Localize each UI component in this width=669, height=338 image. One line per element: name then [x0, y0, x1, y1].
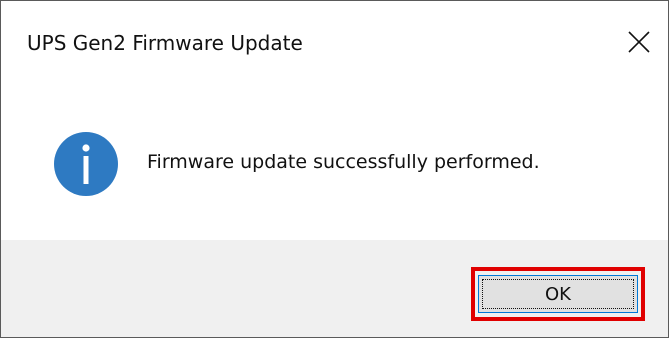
- close-icon: [628, 31, 650, 53]
- info-icon: [54, 132, 118, 196]
- dialog-message: Firmware update successfully performed.: [147, 151, 540, 173]
- message-dialog: UPS Gen2 Firmware Update Firmware update…: [0, 0, 669, 338]
- dialog-title: UPS Gen2 Firmware Update: [27, 31, 303, 55]
- ok-button[interactable]: OK: [478, 275, 638, 313]
- ok-button-label: OK: [545, 283, 571, 305]
- close-button[interactable]: [608, 15, 668, 67]
- title-bar: UPS Gen2 Firmware Update: [1, 1, 668, 85]
